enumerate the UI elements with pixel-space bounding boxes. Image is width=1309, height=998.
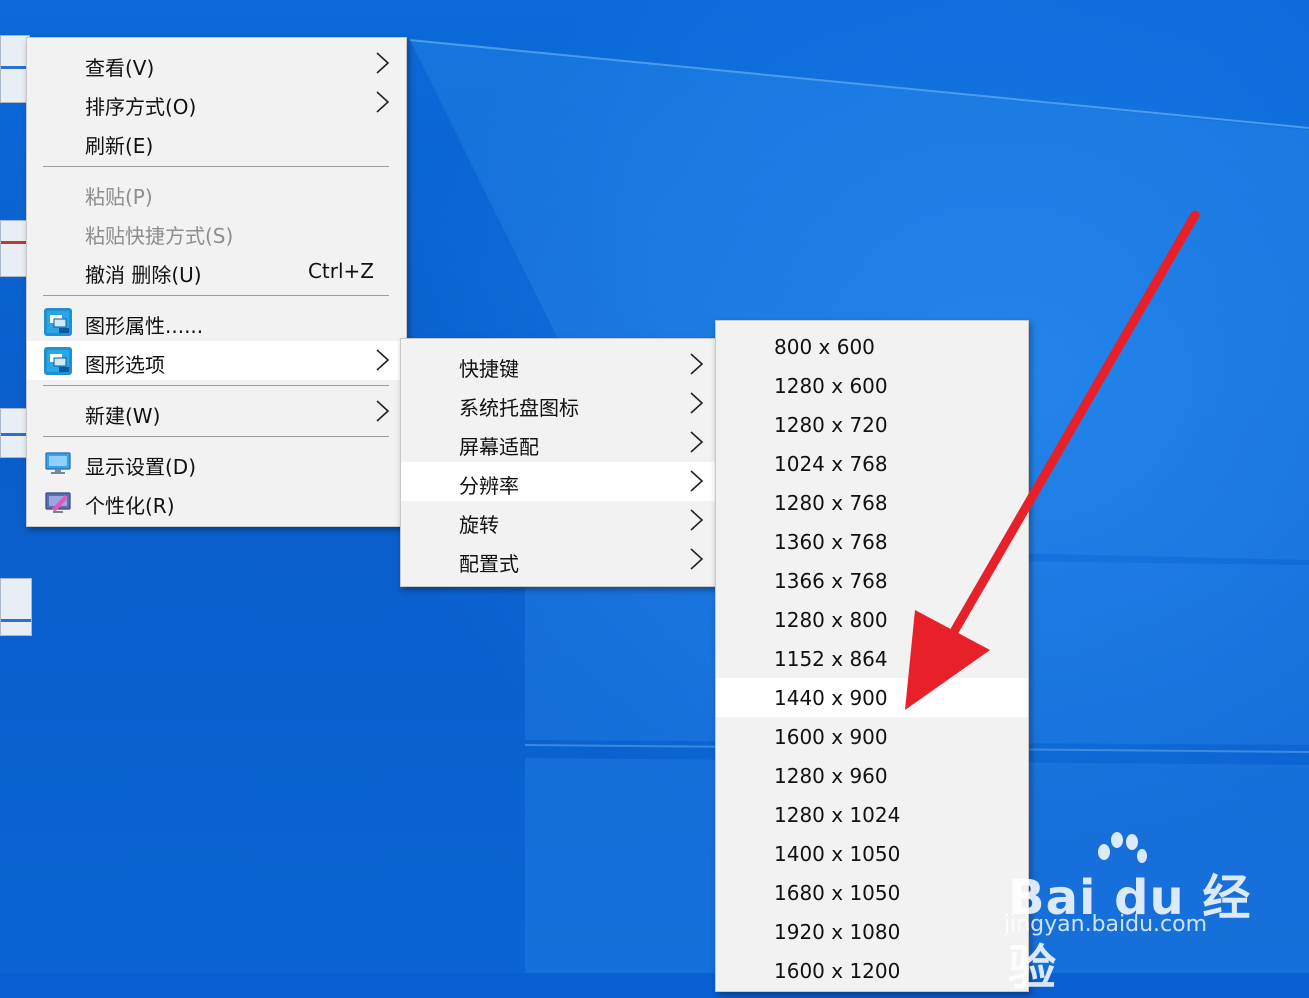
baidu-jingyan-watermark: Bai du 经验 jingyan.baidu.com (1000, 830, 1260, 996)
watermark-url: jingyan.baidu.com (1004, 912, 1208, 937)
red-arrow-annotation (905, 210, 1200, 710)
